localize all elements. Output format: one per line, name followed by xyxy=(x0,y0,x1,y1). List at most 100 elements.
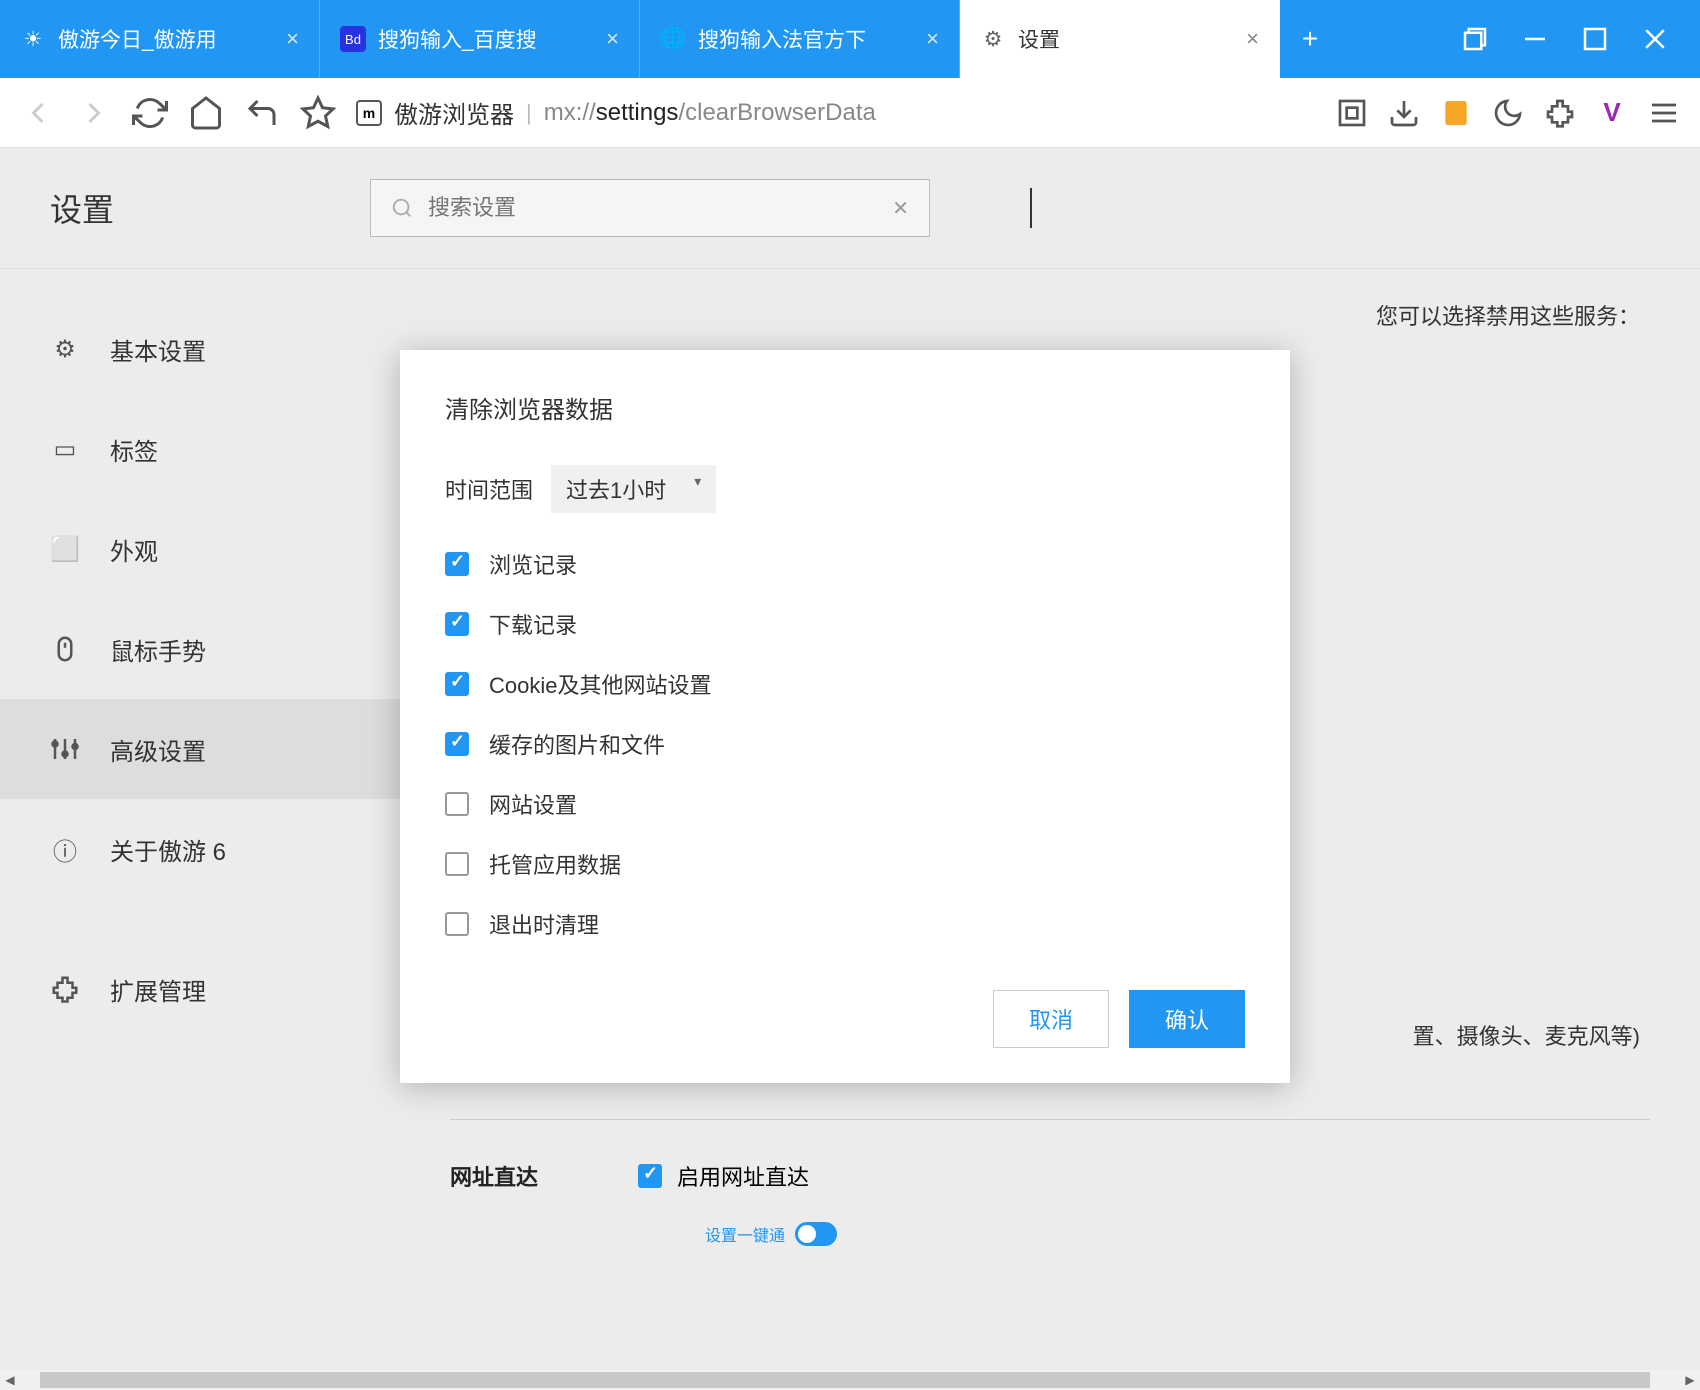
sidebar-item-mouse[interactable]: 鼠标手势 xyxy=(0,599,400,699)
time-range-select[interactable]: 过去1小时 xyxy=(551,465,716,513)
cancel-button[interactable]: 取消 xyxy=(993,990,1109,1048)
minimize-icon[interactable] xyxy=(1520,24,1550,54)
favorite-button[interactable] xyxy=(300,95,336,131)
check-download-history[interactable]: 下载记录 xyxy=(445,608,1245,640)
restore-icon[interactable] xyxy=(1460,24,1490,54)
enable-url-direct[interactable]: 启用网址直达 xyxy=(638,1160,809,1192)
text-cursor xyxy=(1030,188,1032,228)
tab-settings[interactable]: ⚙ 设置 × xyxy=(960,0,1280,78)
gear-icon: ⚙ xyxy=(980,26,1006,52)
search-icon xyxy=(391,197,413,219)
checkbox-icon[interactable] xyxy=(445,672,469,696)
close-icon[interactable]: × xyxy=(606,26,619,52)
forward-button[interactable] xyxy=(76,95,112,131)
info-icon: ⓘ xyxy=(50,834,80,864)
tab-baidu[interactable]: Bd 搜狗输入_百度搜 × xyxy=(320,0,640,78)
address-bar[interactable]: m 傲游浏览器 | mx://settings/clearBrowserData xyxy=(356,95,1316,130)
sidebar-label: 外观 xyxy=(110,532,158,567)
tab-title: 搜狗输入_百度搜 xyxy=(378,24,594,54)
checkbox-label: Cookie及其他网站设置 xyxy=(489,668,711,700)
sidebar-label: 关于傲游 6 xyxy=(110,832,226,867)
checkbox-icon[interactable] xyxy=(445,912,469,936)
checkbox-label: 缓存的图片和文件 xyxy=(489,728,665,760)
close-icon[interactable]: × xyxy=(926,26,939,52)
scroll-right-icon[interactable]: ▶ xyxy=(1680,1373,1700,1387)
toolbar-right: V xyxy=(1336,97,1680,129)
titlebar: ☀ 傲游今日_傲游用 × Bd 搜狗输入_百度搜 × 🌐 搜狗输入法官方下 × … xyxy=(0,0,1700,78)
tab-title: 设置 xyxy=(1018,24,1234,54)
back-button[interactable] xyxy=(20,95,56,131)
menu-icon[interactable] xyxy=(1648,97,1680,129)
sidebar-item-tabs[interactable]: ▭标签 xyxy=(0,399,400,499)
checkbox-icon[interactable] xyxy=(445,732,469,756)
search-input[interactable] xyxy=(428,195,877,221)
check-cache[interactable]: 缓存的图片和文件 xyxy=(445,728,1245,760)
sidebar-label: 扩展管理 xyxy=(110,972,206,1007)
sidebar-item-about[interactable]: ⓘ 关于傲游 6 xyxy=(0,799,400,899)
sidebar-label: 高级设置 xyxy=(110,732,206,767)
close-icon[interactable]: × xyxy=(1246,26,1259,52)
maximize-icon[interactable] xyxy=(1580,24,1610,54)
screenshot-icon[interactable] xyxy=(1336,97,1368,129)
vbox-icon[interactable]: V xyxy=(1596,97,1628,129)
puzzle-icon xyxy=(50,974,80,1004)
site-label: 傲游浏览器 xyxy=(394,95,514,130)
clear-data-dialog: 清除浏览器数据 时间范围 过去1小时 浏览记录 下载记录 Cookie及其他网站… xyxy=(400,350,1290,1083)
checkbox-icon[interactable] xyxy=(445,792,469,816)
check-site-settings[interactable]: 网站设置 xyxy=(445,788,1245,820)
sliders-icon xyxy=(50,734,80,764)
tab-maxthon-today[interactable]: ☀ 傲游今日_傲游用 × xyxy=(0,0,320,78)
home-button[interactable] xyxy=(188,95,224,131)
confirm-button[interactable]: 确认 xyxy=(1129,990,1245,1048)
undo-button[interactable] xyxy=(244,95,280,131)
sidebar-item-basic[interactable]: ⚙ 基本设置 xyxy=(0,299,400,399)
checkbox-icon[interactable] xyxy=(445,852,469,876)
checkbox-label: 网站设置 xyxy=(489,788,577,820)
tab-title: 搜狗输入法官方下 xyxy=(698,24,914,54)
search-box[interactable]: ✕ xyxy=(370,179,930,237)
tabs: ☀ 傲游今日_傲游用 × Bd 搜狗输入_百度搜 × 🌐 搜狗输入法官方下 × … xyxy=(0,0,1430,78)
url-direct-section: 网址直达 启用网址直达 设置一键通 xyxy=(450,1119,1650,1246)
sidebar-item-appearance[interactable]: ⬜ 外观 xyxy=(0,499,400,599)
one-key-link[interactable]: 设置一键通 xyxy=(705,1222,1650,1246)
sun-icon: ☀ xyxy=(20,26,46,52)
dialog-actions: 取消 确认 xyxy=(445,990,1245,1048)
checkbox-label: 浏览记录 xyxy=(489,548,577,580)
notes-icon[interactable] xyxy=(1440,97,1472,129)
checkbox-label: 托管应用数据 xyxy=(489,848,621,880)
check-cookies[interactable]: Cookie及其他网站设置 xyxy=(445,668,1245,700)
tab-sogou[interactable]: 🌐 搜狗输入法官方下 × xyxy=(640,0,960,78)
toolbar: m 傲游浏览器 | mx://settings/clearBrowserData… xyxy=(0,78,1700,148)
night-mode-icon[interactable] xyxy=(1492,97,1524,129)
separator: | xyxy=(526,100,532,126)
time-range-row: 时间范围 过去1小时 xyxy=(445,465,1245,513)
check-hosted-app[interactable]: 托管应用数据 xyxy=(445,848,1245,880)
extensions-icon[interactable] xyxy=(1544,97,1576,129)
close-window-icon[interactable] xyxy=(1640,24,1670,54)
new-tab-button[interactable]: + xyxy=(1280,0,1340,78)
checkbox-icon[interactable] xyxy=(445,612,469,636)
check-on-exit[interactable]: 退出时清理 xyxy=(445,908,1245,940)
gear-icon: ⚙ xyxy=(50,334,80,364)
scrollbar-thumb[interactable] xyxy=(40,1372,1650,1388)
sidebar-label: 基本设置 xyxy=(110,332,206,367)
window-icon: ⬜ xyxy=(50,534,80,564)
horizontal-scrollbar[interactable]: ◀ ▶ xyxy=(0,1370,1700,1390)
toggle-icon[interactable] xyxy=(795,1222,837,1246)
sidebar-item-advanced[interactable]: 高级设置 xyxy=(0,699,400,799)
close-icon[interactable]: × xyxy=(286,26,299,52)
time-label: 时间范围 xyxy=(445,473,533,505)
scroll-left-icon[interactable]: ◀ xyxy=(0,1373,20,1387)
reload-button[interactable] xyxy=(132,95,168,131)
sidebar: ⚙ 基本设置 ▭标签 ⬜ 外观 鼠标手势 高级设置 ⓘ 关于傲游 6 扩展管理 xyxy=(0,269,400,1370)
link-label: 设置一键通 xyxy=(705,1222,785,1246)
bg-text: 您可以选择禁用这些服务： xyxy=(1376,299,1640,331)
checkbox-icon[interactable] xyxy=(445,552,469,576)
sidebar-item-extensions[interactable]: 扩展管理 xyxy=(0,939,400,1039)
download-icon[interactable] xyxy=(1388,97,1420,129)
window-controls xyxy=(1430,0,1700,78)
checkbox-icon[interactable] xyxy=(638,1164,662,1188)
tab-title: 傲游今日_傲游用 xyxy=(58,24,274,54)
clear-icon[interactable]: ✕ xyxy=(892,196,909,221)
check-browsing-history[interactable]: 浏览记录 xyxy=(445,548,1245,580)
